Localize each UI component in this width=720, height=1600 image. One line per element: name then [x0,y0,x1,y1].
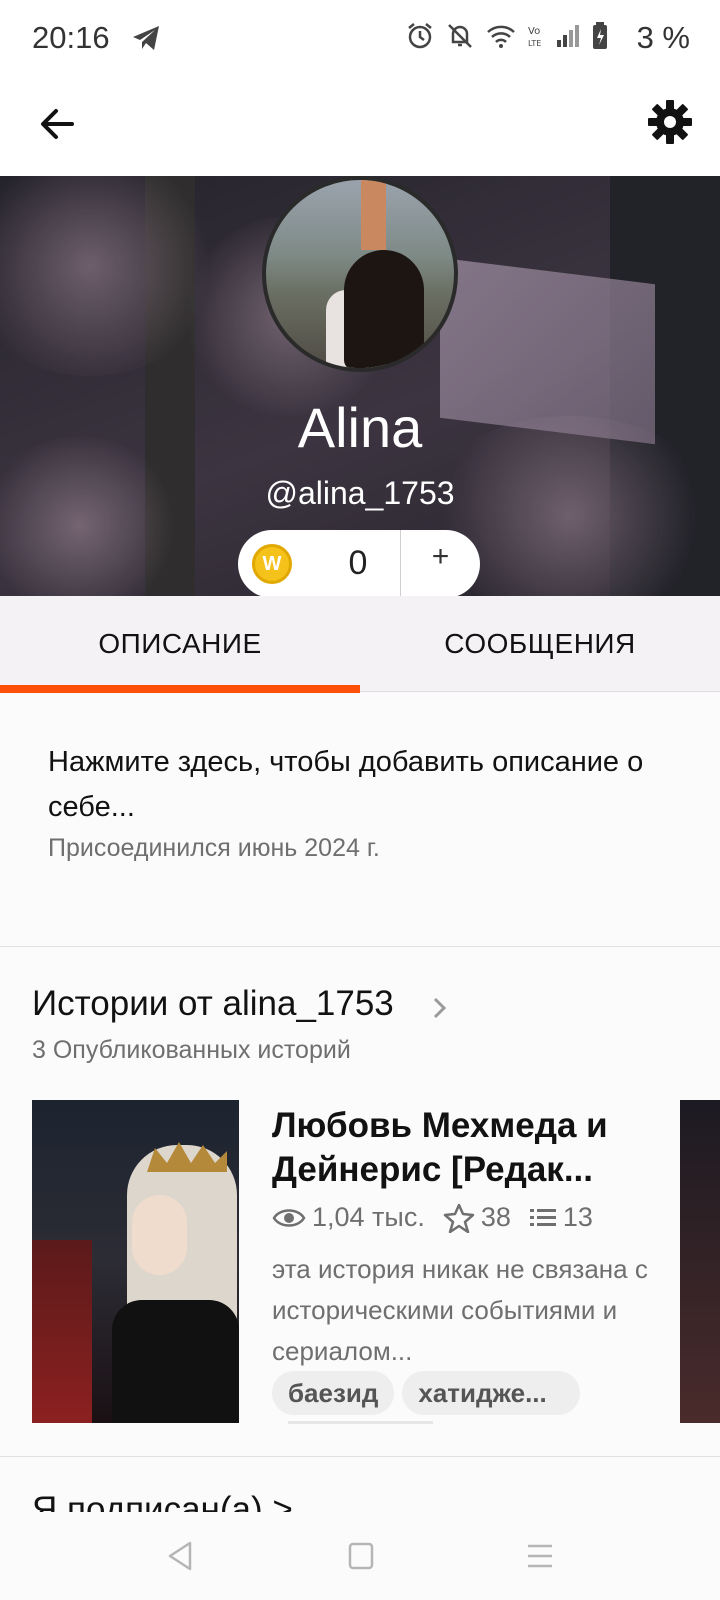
avatar[interactable] [262,176,458,372]
status-time: 20:16 [32,20,110,55]
parts-count: 13 [562,1202,593,1232]
divider [0,1456,720,1457]
battery-icon [592,22,608,55]
profile-tabs: ОПИСАНИЕ СООБЩЕНИЯ [0,596,720,693]
joined-date: Присоединился июнь 2024 г. [48,834,380,862]
eye-icon [272,1208,306,1227]
signal-icon [556,24,580,53]
svg-text:Vo: Vo [528,26,540,37]
nav-home-button[interactable] [348,1542,374,1575]
menu-lines-icon [528,1544,552,1568]
app-header [0,80,720,176]
tab-messages[interactable]: СООБЩЕНИЯ [360,596,720,692]
story-tag[interactable]: баезид [272,1371,395,1415]
square-home-icon [348,1542,374,1570]
story-tag[interactable]: хатидже... [402,1371,581,1415]
system-nav-bar [0,1512,720,1600]
cover-figure-red [32,1240,92,1423]
story-tags: баезид хатидже... [272,1371,581,1415]
next-story-cover-image[interactable] [680,1100,720,1423]
tab-description[interactable]: ОПИСАНИЕ [0,596,360,692]
svg-text:LTE: LTE [528,39,541,48]
battery-level: 3 % [636,20,690,55]
arrow-left-icon [41,109,74,139]
bell-off-icon [446,22,474,55]
tags-scroll-indicator [288,1421,433,1424]
list-icon [529,1208,556,1226]
telegram-icon [131,24,161,57]
status-bar: 20:16 Vo LTE 3 % [0,0,720,80]
coins-value: 0 [348,544,368,582]
about-description[interactable]: Нажмите здесь, чтобы добавить описание о… [48,740,668,830]
coin-icon: W [252,544,292,584]
triangle-back-icon [168,1541,192,1571]
votes-count: 38 [480,1202,511,1232]
cover-figure-face [132,1195,187,1275]
stories-count: 3 Опубликованных историй [32,1036,351,1064]
avatar-building [361,180,386,250]
profile-handle: @alina_1753 [265,475,455,511]
tab-active-indicator [0,685,360,693]
story-cover-image[interactable] [32,1100,239,1423]
wifi-icon [486,23,516,54]
status-icons: Vo LTE [406,22,608,55]
reads-count: 1,04 тыс. [312,1202,425,1232]
gear-icon [648,100,692,144]
stories-section-title[interactable]: Истории от alina_1753 [32,984,394,1024]
alarm-icon [406,22,434,55]
chevron-right-icon[interactable] [432,996,448,1025]
story-stats: 1,04 тыс. 38 13 [272,1202,611,1233]
votes-stat: 38 [443,1202,511,1233]
cover-cloak [112,1300,239,1423]
back-button[interactable] [34,100,82,148]
settings-button[interactable] [646,98,694,146]
coins-widget[interactable]: W 0 + [238,530,480,598]
profile-name: Alina [297,396,423,459]
reads-stat: 1,04 тыс. [272,1202,425,1233]
divider [0,946,720,947]
add-coins-button[interactable]: + [401,540,480,574]
volte-icon: Vo LTE [528,23,544,54]
star-icon [443,1203,475,1233]
story-title[interactable]: Любовь Мехмеда и Дейнерис [Редак... [272,1104,672,1192]
avatar-hair [344,250,424,368]
parts-stat: 13 [529,1202,593,1233]
nav-recents-button[interactable] [526,1542,554,1575]
nav-back-button[interactable] [166,1540,194,1577]
story-description[interactable]: эта история никак не связана с историчес… [272,1249,672,1372]
